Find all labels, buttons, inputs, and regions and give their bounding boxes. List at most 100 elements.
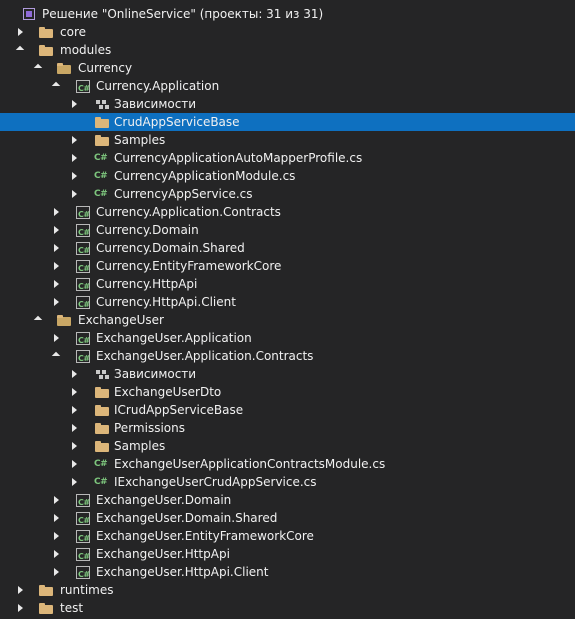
collapse-arrow-icon[interactable]: [70, 419, 80, 437]
collapse-arrow-icon[interactable]: [70, 401, 80, 419]
expand-arrow-icon[interactable]: [34, 59, 44, 77]
project-currency-domain[interactable]: C# Currency.Domain: [0, 221, 575, 239]
folder-icon: [38, 25, 54, 39]
csharp-project-icon: C#: [76, 350, 90, 363]
collapse-arrow-icon[interactable]: [70, 185, 80, 203]
tree-item-label: Currency.Domain: [96, 223, 199, 237]
collapse-arrow-icon[interactable]: [16, 599, 26, 617]
csharp-file-icon: C#: [94, 477, 108, 487]
expand-arrow-icon[interactable]: [52, 77, 62, 95]
folder-exchangeuser[interactable]: ExchangeUser: [0, 311, 575, 329]
project-exchangeuser-httpapi-client[interactable]: C# ExchangeUser.HttpApi.Client: [0, 563, 575, 581]
tree-item-label: Currency: [78, 61, 133, 75]
folder-icon: [94, 133, 110, 147]
file-applicationmodule[interactable]: C# CurrencyApplicationModule.cs: [0, 167, 575, 185]
project-exchangeuser-application[interactable]: C# ExchangeUser.Application: [0, 329, 575, 347]
tree-item-label: core: [60, 25, 86, 39]
tree-item-label: Samples: [114, 133, 166, 147]
project-currency-application[interactable]: C# Currency.Application: [0, 77, 575, 95]
collapse-arrow-icon[interactable]: [52, 329, 62, 347]
solution-icon: [22, 7, 38, 21]
tree-item-label: Currency.HttpApi.Client: [96, 295, 236, 309]
tree-item-label: Currency.Application.Contracts: [96, 205, 281, 219]
collapse-arrow-icon[interactable]: [16, 581, 26, 599]
csharp-project-icon: C#: [76, 206, 90, 219]
dependencies-node[interactable]: Зависимости: [0, 365, 575, 383]
collapse-arrow-icon[interactable]: [52, 527, 62, 545]
folder-samples[interactable]: Samples: [0, 437, 575, 455]
tree-item-label: ExchangeUser.Domain.Shared: [96, 511, 278, 525]
collapse-arrow-icon[interactable]: [52, 203, 62, 221]
collapse-arrow-icon[interactable]: [52, 257, 62, 275]
collapse-arrow-icon[interactable]: [70, 167, 80, 185]
dependencies-icon: [94, 367, 110, 381]
collapse-arrow-icon[interactable]: [52, 545, 62, 563]
folder-icon: [38, 43, 54, 57]
file-automapperprofile[interactable]: C# CurrencyApplicationAutoMapperProfile.c…: [0, 149, 575, 167]
collapse-arrow-icon[interactable]: [70, 365, 80, 383]
tree-item-label: ExchangeUserDto: [114, 385, 222, 399]
collapse-arrow-icon[interactable]: [52, 275, 62, 293]
folder-icon: [94, 403, 110, 417]
collapse-arrow-icon[interactable]: [16, 23, 26, 41]
expand-arrow-icon[interactable]: [34, 311, 44, 329]
project-currency-httpapi[interactable]: C# Currency.HttpApi: [0, 275, 575, 293]
folder-open-icon: [56, 313, 72, 327]
folder-exchangeuserdto[interactable]: ExchangeUserDto: [0, 383, 575, 401]
collapse-arrow-icon[interactable]: [52, 491, 62, 509]
collapse-arrow-icon[interactable]: [70, 131, 80, 149]
collapse-arrow-icon[interactable]: [70, 455, 80, 473]
folder-modules[interactable]: modules: [0, 41, 575, 59]
folder-icon: [38, 583, 54, 597]
collapse-arrow-icon[interactable]: [70, 473, 80, 491]
collapse-arrow-icon[interactable]: [52, 221, 62, 239]
solution-node[interactable]: Решение "OnlineService" (проекты: 31 из …: [0, 5, 575, 23]
project-exchangeuser-efcore[interactable]: C# ExchangeUser.EntityFrameworkCore: [0, 527, 575, 545]
expand-arrow-icon[interactable]: [52, 347, 62, 365]
tree-item-label: Currency.HttpApi: [96, 277, 198, 291]
collapse-arrow-icon[interactable]: [70, 149, 80, 167]
collapse-arrow-icon[interactable]: [52, 563, 62, 581]
csharp-file-icon: C#: [94, 459, 108, 469]
folder-runtimes[interactable]: runtimes: [0, 581, 575, 599]
tree-item-label: test: [60, 601, 84, 615]
project-exchangeuser-domain-shared[interactable]: C# ExchangeUser.Domain.Shared: [0, 509, 575, 527]
tree-item-label: CurrencyAppService.cs: [114, 187, 253, 201]
project-currency-application-contracts[interactable]: C# Currency.Application.Contracts: [0, 203, 575, 221]
csharp-file-icon: C#: [94, 153, 108, 163]
tree-item-label: ExchangeUser.Application: [96, 331, 252, 345]
collapse-arrow-icon[interactable]: [52, 509, 62, 527]
expand-arrow-icon[interactable]: [16, 41, 26, 59]
folder-samples[interactable]: Samples: [0, 131, 575, 149]
file-currencyappservice[interactable]: C# CurrencyAppService.cs: [0, 185, 575, 203]
dependencies-node[interactable]: Зависимости: [0, 95, 575, 113]
file-contractsmodule[interactable]: C# ExchangeUserApplicationContractsModule…: [0, 455, 575, 473]
folder-currency[interactable]: Currency: [0, 59, 575, 77]
folder-open-icon: [56, 61, 72, 75]
collapse-arrow-icon[interactable]: [70, 437, 80, 455]
tree-item-label: runtimes: [60, 583, 114, 597]
folder-icrudappservicebase[interactable]: ICrudAppServiceBase: [0, 401, 575, 419]
collapse-arrow-icon[interactable]: [70, 95, 80, 113]
folder-crudappservicebase[interactable]: CrudAppServiceBase: [0, 113, 575, 131]
folder-core[interactable]: core: [0, 23, 575, 41]
tree-item-label: Permissions: [114, 421, 185, 435]
project-currency-efcore[interactable]: C# Currency.EntityFrameworkCore: [0, 257, 575, 275]
project-currency-httpapi-client[interactable]: C# Currency.HttpApi.Client: [0, 293, 575, 311]
collapse-arrow-icon[interactable]: [52, 293, 62, 311]
collapse-arrow-icon[interactable]: [70, 383, 80, 401]
tree-item-label: ExchangeUser.Application.Contracts: [96, 349, 314, 363]
project-currency-domain-shared[interactable]: C# Currency.Domain.Shared: [0, 239, 575, 257]
folder-icon: [38, 601, 54, 615]
tree-item-label: IExchangeUserCrudAppService.cs: [114, 475, 317, 489]
csharp-project-icon: C#: [76, 260, 90, 273]
file-iexchangeusercrudappservice[interactable]: C# IExchangeUserCrudAppService.cs: [0, 473, 575, 491]
csharp-project-icon: C#: [76, 530, 90, 543]
collapse-arrow-icon[interactable]: [52, 239, 62, 257]
csharp-project-icon: C#: [76, 494, 90, 507]
project-exchangeuser-httpapi[interactable]: C# ExchangeUser.HttpApi: [0, 545, 575, 563]
project-exchangeuser-application-contracts[interactable]: C# ExchangeUser.Application.Contracts: [0, 347, 575, 365]
folder-test[interactable]: test: [0, 599, 575, 617]
project-exchangeuser-domain[interactable]: C# ExchangeUser.Domain: [0, 491, 575, 509]
folder-permissions[interactable]: Permissions: [0, 419, 575, 437]
